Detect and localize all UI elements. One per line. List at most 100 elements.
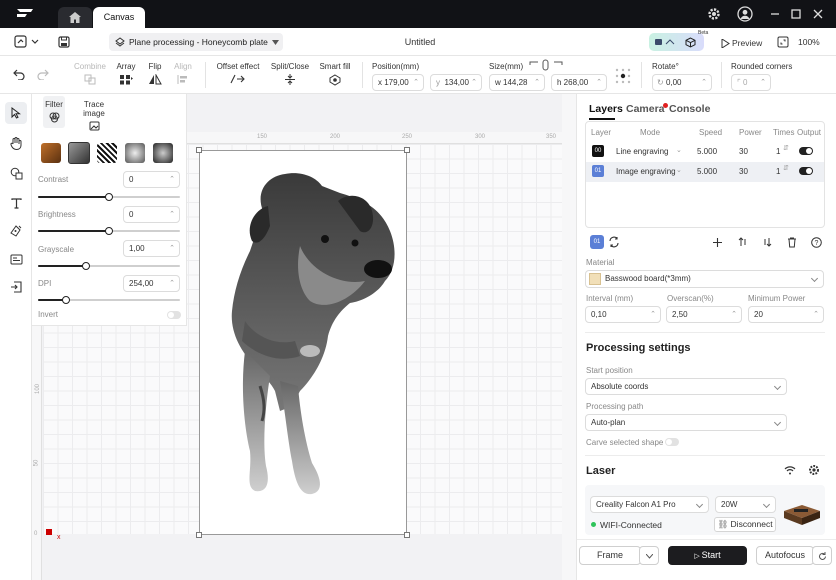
tab-canvas[interactable]: Canvas	[93, 7, 145, 28]
zoom-level[interactable]: 100%	[798, 37, 820, 47]
contrast-slider[interactable]	[38, 193, 180, 201]
start-button[interactable]: ▷ Start	[668, 546, 747, 565]
dpi-input[interactable]: 254,00	[123, 275, 180, 292]
disconnect-button[interactable]: ⛓ Disconnect	[714, 517, 776, 532]
maximize-icon[interactable]	[789, 7, 803, 21]
shape-tool-icon[interactable]	[5, 162, 27, 184]
image-object[interactable]	[196, 147, 410, 538]
layer-row-selected[interactable]: 01 Image engraving ⌄ 5.000 30 1 ⇵	[586, 162, 824, 182]
handle-br[interactable]	[404, 532, 410, 538]
tab-layers[interactable]: Layers	[589, 103, 623, 115]
grayscale-input[interactable]: 1,00	[123, 240, 180, 257]
autofocus-refresh-button[interactable]	[812, 546, 832, 565]
frame-button[interactable]: Frame	[579, 546, 641, 565]
power-select[interactable]: 20W	[715, 496, 776, 513]
rounded-corners-input[interactable]: ⌜ 0	[731, 74, 771, 91]
swap-layer-icon[interactable]	[606, 234, 622, 250]
layer-mode[interactable]: Image engraving	[616, 167, 676, 176]
offset-effect-button[interactable]: Offset effect	[213, 62, 263, 84]
add-layer-icon[interactable]	[710, 235, 724, 249]
processing-path-select[interactable]: Auto-plan	[585, 414, 787, 431]
layer-times[interactable]: 1	[776, 147, 780, 156]
carve-selected-toggle[interactable]	[665, 438, 679, 446]
filter-preset-bw[interactable]	[97, 143, 117, 163]
smart-fill-button[interactable]: Smart fill	[317, 62, 353, 86]
position-y-input[interactable]: y 134,00	[430, 74, 482, 91]
grayscale-slider[interactable]	[38, 262, 180, 270]
brightness-input[interactable]: 0	[123, 206, 180, 223]
array-button[interactable]: Array	[112, 62, 140, 85]
handle-tl[interactable]	[196, 147, 202, 153]
save-icon[interactable]	[56, 34, 72, 50]
autofocus-label: Autofocus	[764, 550, 806, 560]
flip-button[interactable]: Flip	[143, 62, 167, 85]
redo-icon[interactable]	[36, 67, 50, 81]
interval-input[interactable]: 0,10	[585, 306, 661, 323]
settings-icon[interactable]	[706, 6, 722, 22]
handle-tr[interactable]	[404, 147, 410, 153]
home-tab[interactable]	[58, 7, 92, 28]
layer-chip-selected[interactable]: 01	[590, 235, 604, 249]
help-icon[interactable]: ?	[809, 235, 823, 249]
import-icon[interactable]	[5, 276, 27, 298]
split-close-button[interactable]: Split/Close	[268, 62, 312, 85]
delete-layer-icon[interactable]	[785, 235, 799, 249]
rotate-input[interactable]: ↻ 0,00	[652, 74, 712, 91]
invert-toggle[interactable]	[167, 311, 181, 319]
lock-ratio-icon[interactable]	[529, 59, 563, 71]
filter-preset-sketch[interactable]	[125, 143, 145, 163]
user-avatar-icon[interactable]	[736, 5, 754, 23]
layer-power[interactable]: 30	[739, 147, 748, 156]
align-button[interactable]: Align	[170, 62, 196, 85]
move-down-icon[interactable]	[760, 235, 774, 249]
layer-speed[interactable]: 5.000	[697, 167, 717, 176]
text-tool-icon[interactable]	[5, 192, 27, 214]
close-icon[interactable]	[811, 7, 825, 21]
tab-camera[interactable]: Camera	[626, 103, 665, 115]
layer-times[interactable]: 1	[776, 167, 780, 176]
material-select[interactable]: Basswood board(*3mm)	[585, 270, 824, 288]
select-tool-icon[interactable]	[5, 102, 27, 124]
device-settings-icon[interactable]	[807, 463, 821, 477]
layer-mode[interactable]: Line engraving	[616, 147, 668, 156]
undo-icon[interactable]	[12, 67, 26, 81]
brightness-slider[interactable]	[38, 227, 180, 235]
filter-preset-gray[interactable]	[68, 142, 90, 164]
align-label: Align	[174, 62, 192, 71]
device-select[interactable]: Creality Falcon A1 Pro	[590, 496, 709, 513]
filter-preset-color[interactable]	[41, 143, 61, 163]
layer-output-toggle[interactable]	[799, 147, 813, 155]
handle-bl[interactable]	[196, 532, 202, 538]
position-x-input[interactable]: x 179,00	[372, 74, 424, 91]
contrast-input[interactable]: 0	[123, 171, 180, 188]
3d-preview-badge[interactable]: Beta	[649, 30, 708, 51]
preview-button[interactable]: Preview	[718, 36, 764, 50]
tab-trace-image[interactable]: Trace image	[72, 96, 116, 131]
dpi-slider[interactable]	[38, 296, 180, 304]
processing-mode-select[interactable]: Plane processing - Honeycomb plate	[109, 33, 283, 51]
wifi-icon[interactable]	[783, 463, 797, 477]
anchor-grid-icon[interactable]	[614, 67, 632, 85]
hand-tool-icon[interactable]	[5, 132, 27, 154]
size-height-input[interactable]: h 268,00	[551, 74, 607, 91]
overscan-input[interactable]: 2,50	[666, 306, 742, 323]
size-width-input[interactable]: w 144,28	[489, 74, 545, 91]
frame-options-button[interactable]	[639, 546, 659, 565]
layer-row[interactable]: 00 Line engraving ⌄ 5.000 30 1 ⇵	[586, 142, 824, 162]
minimize-icon[interactable]	[768, 7, 782, 21]
move-up-icon[interactable]	[736, 235, 750, 249]
open-file-icon[interactable]	[12, 34, 40, 50]
tab-filter[interactable]: Filter	[43, 96, 65, 128]
layer-output-toggle[interactable]	[799, 167, 813, 175]
combine-button[interactable]: Combine	[72, 62, 108, 85]
autofocus-button[interactable]: Autofocus	[756, 546, 814, 565]
layer-power[interactable]: 30	[739, 167, 748, 176]
pen-tool-icon[interactable]	[5, 220, 27, 242]
start-position-select[interactable]: Absolute coords	[585, 378, 787, 395]
minimum-power-input[interactable]: 20	[748, 306, 824, 323]
filter-preset-dither[interactable]	[153, 143, 173, 163]
fit-screen-icon[interactable]	[776, 35, 790, 49]
image-tool-icon[interactable]	[5, 248, 27, 270]
layer-speed[interactable]: 5.000	[697, 147, 717, 156]
tab-console[interactable]: Console	[669, 103, 710, 115]
